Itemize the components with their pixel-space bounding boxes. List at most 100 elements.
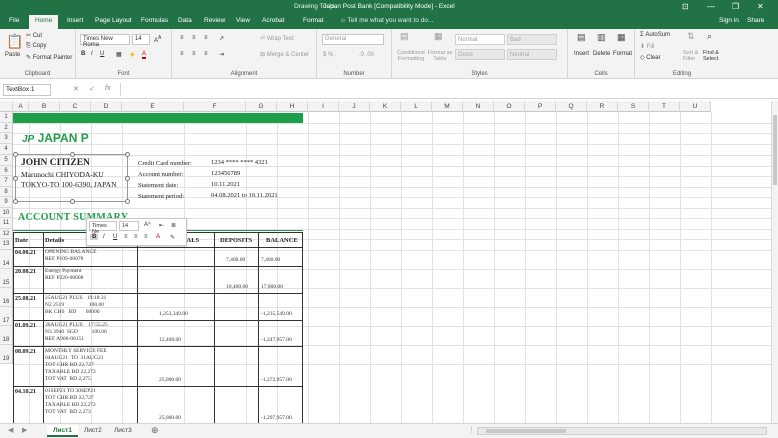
row-header[interactable]: 6: [0, 166, 13, 176]
row-header[interactable]: 7: [0, 176, 13, 187]
align-center-icon[interactable]: ≡: [192, 51, 196, 57]
find-icon[interactable]: ⌕: [707, 31, 712, 42]
column-header[interactable]: F: [184, 101, 246, 112]
select-all-corner[interactable]: [0, 101, 13, 112]
format-cells-button[interactable]: Format: [613, 51, 632, 57]
column-header[interactable]: L: [401, 101, 432, 112]
column-header[interactable]: P: [525, 101, 556, 112]
mini-align-left-icon[interactable]: ≡: [124, 234, 128, 240]
tab-acrobat[interactable]: Acrobat: [262, 17, 284, 24]
restore-icon[interactable]: ❐: [732, 2, 739, 11]
mini-list-icon[interactable]: ≣: [171, 222, 176, 229]
style-bad[interactable]: Bad: [507, 34, 557, 45]
row-header[interactable]: 3: [0, 133, 13, 144]
align-top-icon[interactable]: ≡: [180, 35, 184, 41]
mini-indent-icon[interactable]: ⇤: [159, 222, 164, 229]
delete-cells-button[interactable]: Delete: [593, 51, 610, 57]
borders-icon[interactable]: ▦: [116, 51, 122, 58]
row-header[interactable]: 18: [0, 326, 13, 345]
row-header[interactable]: 5: [0, 155, 13, 166]
resize-handle[interactable]: [70, 199, 75, 204]
selected-textbox[interactable]: [13, 152, 130, 204]
ribbon-display-options-icon[interactable]: ⊡: [682, 2, 689, 11]
scroll-left-icon[interactable]: ◀: [8, 426, 13, 434]
scroll-right-icon[interactable]: ▶: [22, 426, 27, 434]
column-header[interactable]: N: [463, 101, 494, 112]
split-handle-icon[interactable]: ⋮: [468, 426, 475, 434]
formula-input[interactable]: [120, 83, 770, 96]
sign-in-link[interactable]: Sign in: [719, 17, 739, 24]
decimal-icon[interactable]: .0 .00: [359, 52, 374, 58]
enter-icon[interactable]: ✓: [89, 85, 95, 93]
column-header[interactable]: O: [494, 101, 525, 112]
mini-grow-font-icon[interactable]: Aᴬ: [144, 222, 151, 228]
format-as-table-button[interactable]: Format as Table: [426, 50, 454, 62]
tab-format[interactable]: Format: [303, 17, 324, 24]
sort-filter-icon[interactable]: ⇅: [687, 31, 695, 42]
row-header[interactable]: 15: [0, 269, 13, 288]
paste-icon[interactable]: 📋: [6, 33, 23, 50]
column-header[interactable]: G: [246, 101, 277, 112]
mini-size-select[interactable]: 14: [119, 221, 139, 231]
insert-cells-icon[interactable]: ▤: [577, 32, 586, 43]
style-normal[interactable]: Normal: [455, 34, 505, 45]
column-header[interactable]: T: [649, 101, 680, 112]
row-header[interactable]: 17: [0, 307, 13, 326]
column-header[interactable]: A: [13, 101, 29, 112]
mini-font-select[interactable]: Times Ne: [89, 221, 117, 235]
resize-handle[interactable]: [70, 152, 75, 157]
underline-icon[interactable]: U: [100, 51, 104, 57]
align-bottom-icon[interactable]: ≡: [204, 35, 208, 41]
worksheet-grid[interactable]: ABCDEFGHIJKLMNOPQRSTU 1 2 3 4 5 6 7 8 9 10 11 12 13 1…: [0, 101, 771, 423]
mini-font-color-icon[interactable]: A: [156, 234, 160, 240]
minimize-icon[interactable]: —: [707, 2, 715, 11]
find-select-button[interactable]: Find & Select: [703, 50, 725, 62]
style-good[interactable]: Good: [455, 49, 505, 60]
fill-color-icon[interactable]: ◈: [130, 51, 135, 58]
format-cells-icon[interactable]: ▦: [617, 32, 626, 43]
sheet-tab-1[interactable]: Лист1: [47, 425, 78, 437]
mini-format-painter-icon[interactable]: ✎: [170, 234, 175, 241]
format-painter-button[interactable]: ✎ Format Painter: [26, 54, 72, 61]
row-header[interactable]: 2: [0, 123, 13, 133]
add-sheet-icon[interactable]: ⊕: [151, 425, 159, 436]
fill-button[interactable]: ⬇ Fill: [640, 43, 654, 50]
sort-filter-button[interactable]: Sort & Filter: [683, 50, 703, 62]
row-header[interactable]: 1: [0, 112, 13, 123]
sheet-tab-2[interactable]: Лист2: [78, 425, 108, 437]
autosum-button[interactable]: Σ AutoSum: [640, 32, 670, 38]
format-table-icon[interactable]: ▦: [434, 31, 443, 42]
font-size-select[interactable]: 14: [132, 34, 150, 45]
column-header[interactable]: E: [122, 101, 184, 112]
paste-button[interactable]: Paste: [5, 52, 20, 58]
row-header[interactable]: 13: [0, 239, 13, 250]
align-right-icon[interactable]: ≡: [204, 51, 208, 57]
tab-home[interactable]: Home: [29, 15, 59, 29]
delete-cells-icon[interactable]: ▥: [597, 32, 606, 43]
mini-align-center-icon[interactable]: ≡: [134, 234, 138, 240]
name-box[interactable]: TextBox 1: [3, 84, 51, 96]
wrap-text-button[interactable]: ⏎ Wrap Text: [260, 35, 294, 42]
resize-handle[interactable]: [125, 199, 130, 204]
italic-icon[interactable]: I: [91, 51, 93, 57]
resize-handle[interactable]: [125, 176, 130, 181]
number-format-select[interactable]: General: [322, 34, 384, 45]
align-left-icon[interactable]: ≡: [180, 51, 184, 57]
insert-cells-button[interactable]: Insert: [574, 51, 589, 57]
tab-view[interactable]: View: [236, 17, 250, 24]
bold-icon[interactable]: B: [81, 51, 85, 57]
column-header[interactable]: K: [370, 101, 401, 112]
horizontal-scroll-thumb[interactable]: [486, 429, 566, 433]
orientation-icon[interactable]: ↗: [219, 35, 224, 42]
row-header[interactable]: 19: [0, 345, 13, 364]
column-header[interactable]: B: [29, 101, 60, 112]
column-header[interactable]: J: [339, 101, 370, 112]
row-header[interactable]: 12: [0, 229, 13, 239]
row-header[interactable]: 8: [0, 187, 13, 197]
currency-icon[interactable]: $ % ,: [323, 52, 337, 58]
mini-italic-icon[interactable]: I: [103, 234, 105, 240]
column-header[interactable]: D: [91, 101, 122, 112]
tab-formulas[interactable]: Formulas: [141, 17, 168, 24]
resize-handle[interactable]: [13, 176, 18, 181]
tab-file[interactable]: File: [9, 17, 19, 24]
